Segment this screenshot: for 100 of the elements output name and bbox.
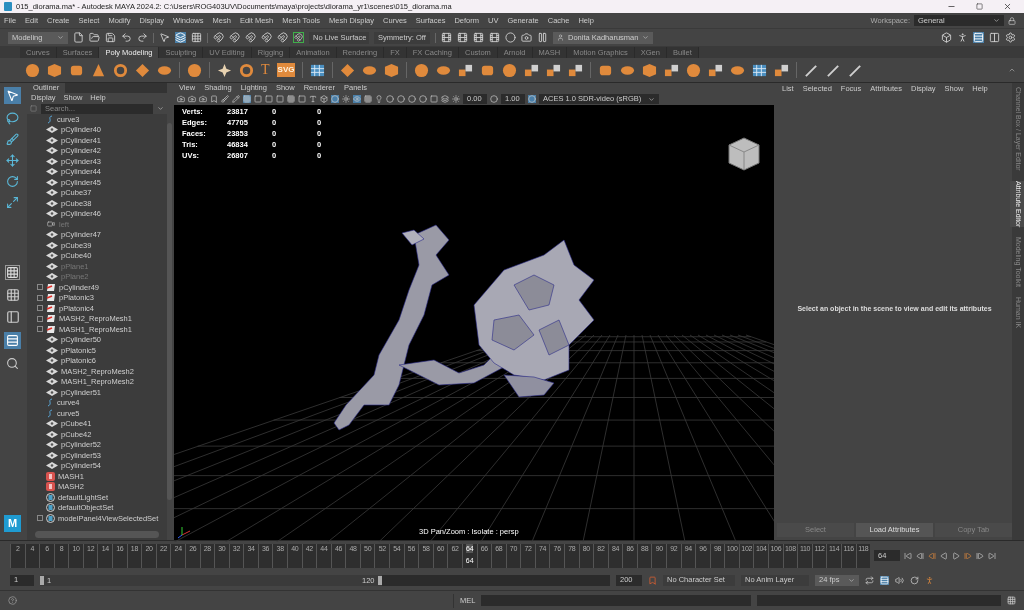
camera-icon[interactable] xyxy=(521,32,532,43)
expand-box[interactable] xyxy=(37,315,43,322)
render-icon[interactable] xyxy=(441,32,452,43)
loop-icon[interactable] xyxy=(865,575,874,585)
play-icon[interactable] xyxy=(952,551,960,560)
panel-icon[interactable] xyxy=(989,32,1000,43)
squares-icon[interactable] xyxy=(546,62,562,78)
pen-icon[interactable] xyxy=(826,62,842,78)
horizontal-scrollbar[interactable] xyxy=(35,531,159,538)
sphere-icon[interactable] xyxy=(502,62,518,78)
display-toggle-icon[interactable] xyxy=(243,95,251,103)
camera-tool-icon[interactable] xyxy=(188,95,196,103)
squares-icon[interactable] xyxy=(664,62,680,78)
step-forward-key-icon[interactable] xyxy=(964,551,972,560)
outliner-layout-icon[interactable] xyxy=(4,332,21,349)
pen-icon[interactable] xyxy=(848,62,864,78)
squares-icon[interactable] xyxy=(708,62,724,78)
cone-icon[interactable] xyxy=(91,62,106,78)
sphere-icon[interactable] xyxy=(187,62,202,78)
range-start-handle[interactable] xyxy=(40,575,44,585)
range-slider-bar[interactable] xyxy=(40,574,382,586)
lighting-icon[interactable] xyxy=(441,95,449,103)
cube-icon[interactable] xyxy=(384,62,400,78)
step-back-key-icon[interactable] xyxy=(928,551,936,560)
save-icon[interactable] xyxy=(105,32,116,43)
search-icon[interactable] xyxy=(6,357,19,370)
gamma-icon[interactable] xyxy=(490,95,498,103)
magnet-icon[interactable] xyxy=(213,32,224,43)
auto-key-icon[interactable] xyxy=(910,575,919,585)
display-toggle-icon[interactable] xyxy=(309,95,317,103)
cube-icon[interactable] xyxy=(642,62,658,78)
grid-icon[interactable] xyxy=(191,32,202,43)
script-editor-icon[interactable] xyxy=(1007,596,1016,605)
cube-icon[interactable] xyxy=(47,62,62,78)
four-pane-layout-icon[interactable] xyxy=(5,288,20,302)
select-tool-icon[interactable] xyxy=(4,87,21,104)
sphere-icon[interactable] xyxy=(25,62,40,78)
camera-tool-icon[interactable] xyxy=(199,95,207,103)
bookmark-icon[interactable] xyxy=(648,575,657,585)
undo-icon[interactable] xyxy=(121,32,132,43)
go-to-start-icon[interactable] xyxy=(904,551,912,560)
expand-box[interactable] xyxy=(37,326,43,333)
camera-tool-icon[interactable] xyxy=(177,95,185,103)
person-icon[interactable] xyxy=(925,575,934,585)
shading-icon[interactable] xyxy=(375,95,383,103)
range-end-handle[interactable] xyxy=(378,575,382,585)
scale-tool-icon[interactable] xyxy=(6,196,19,209)
person-icon[interactable] xyxy=(957,32,968,43)
settings-icon[interactable] xyxy=(1005,32,1016,43)
camera-tool-icon[interactable] xyxy=(232,95,240,103)
exposure-icon[interactable] xyxy=(452,95,460,103)
rows-icon[interactable] xyxy=(973,32,984,43)
shading-icon[interactable] xyxy=(320,95,328,103)
expand-box[interactable] xyxy=(37,515,43,522)
diamond-icon[interactable] xyxy=(135,62,150,78)
paint-tool-icon[interactable] xyxy=(6,133,19,146)
vertical-scrollbar[interactable] xyxy=(167,123,172,500)
layout-icon[interactable] xyxy=(5,265,20,280)
color-management-icon[interactable] xyxy=(528,95,536,103)
magnet-icon[interactable] xyxy=(293,32,304,43)
magnet-icon[interactable] xyxy=(229,32,240,43)
step-back-icon[interactable] xyxy=(916,551,924,560)
help-icon[interactable] xyxy=(8,596,17,605)
torus-icon[interactable] xyxy=(113,62,128,78)
lock-icon[interactable] xyxy=(1008,16,1016,25)
magnet-icon[interactable] xyxy=(245,32,256,43)
expand-box[interactable] xyxy=(37,284,43,291)
scroll-up-icon[interactable] xyxy=(1008,66,1016,74)
close-button[interactable] xyxy=(1003,2,1012,11)
shading-icon[interactable] xyxy=(364,95,372,103)
pause-icon[interactable] xyxy=(537,32,548,43)
folder-icon[interactable] xyxy=(89,32,100,43)
cache-icon[interactable] xyxy=(880,575,889,585)
display-toggle-icon[interactable] xyxy=(298,95,306,103)
view-cube-icon[interactable] xyxy=(728,137,760,171)
magnet-icon[interactable] xyxy=(261,32,272,43)
ring-icon[interactable] xyxy=(239,62,254,78)
diamond-icon[interactable] xyxy=(340,62,356,78)
go-to-end-icon[interactable] xyxy=(988,551,996,560)
camera-tool-icon[interactable] xyxy=(210,95,218,103)
lasso-tool-icon[interactable] xyxy=(6,112,19,125)
new-file-icon[interactable] xyxy=(73,32,84,43)
step-forward-icon[interactable] xyxy=(976,551,984,560)
squares-icon[interactable] xyxy=(568,62,584,78)
grid-icon[interactable] xyxy=(752,62,768,78)
command-input-field[interactable] xyxy=(481,595,752,606)
two-pane-layout-icon[interactable] xyxy=(5,310,20,324)
cursor-icon[interactable] xyxy=(159,32,170,43)
grid-icon[interactable] xyxy=(310,62,326,78)
magnet-icon[interactable] xyxy=(277,32,288,43)
squares-icon[interactable] xyxy=(774,62,790,78)
layers-icon[interactable] xyxy=(175,32,186,43)
render-icon[interactable] xyxy=(505,32,516,43)
squares-icon[interactable] xyxy=(458,62,474,78)
shading-icon[interactable] xyxy=(342,95,350,103)
caret-icon[interactable] xyxy=(157,105,164,112)
squares-icon[interactable] xyxy=(524,62,540,78)
render-icon[interactable] xyxy=(457,32,468,43)
pen-icon[interactable] xyxy=(804,62,820,78)
rotate-tool-icon[interactable] xyxy=(6,175,19,188)
